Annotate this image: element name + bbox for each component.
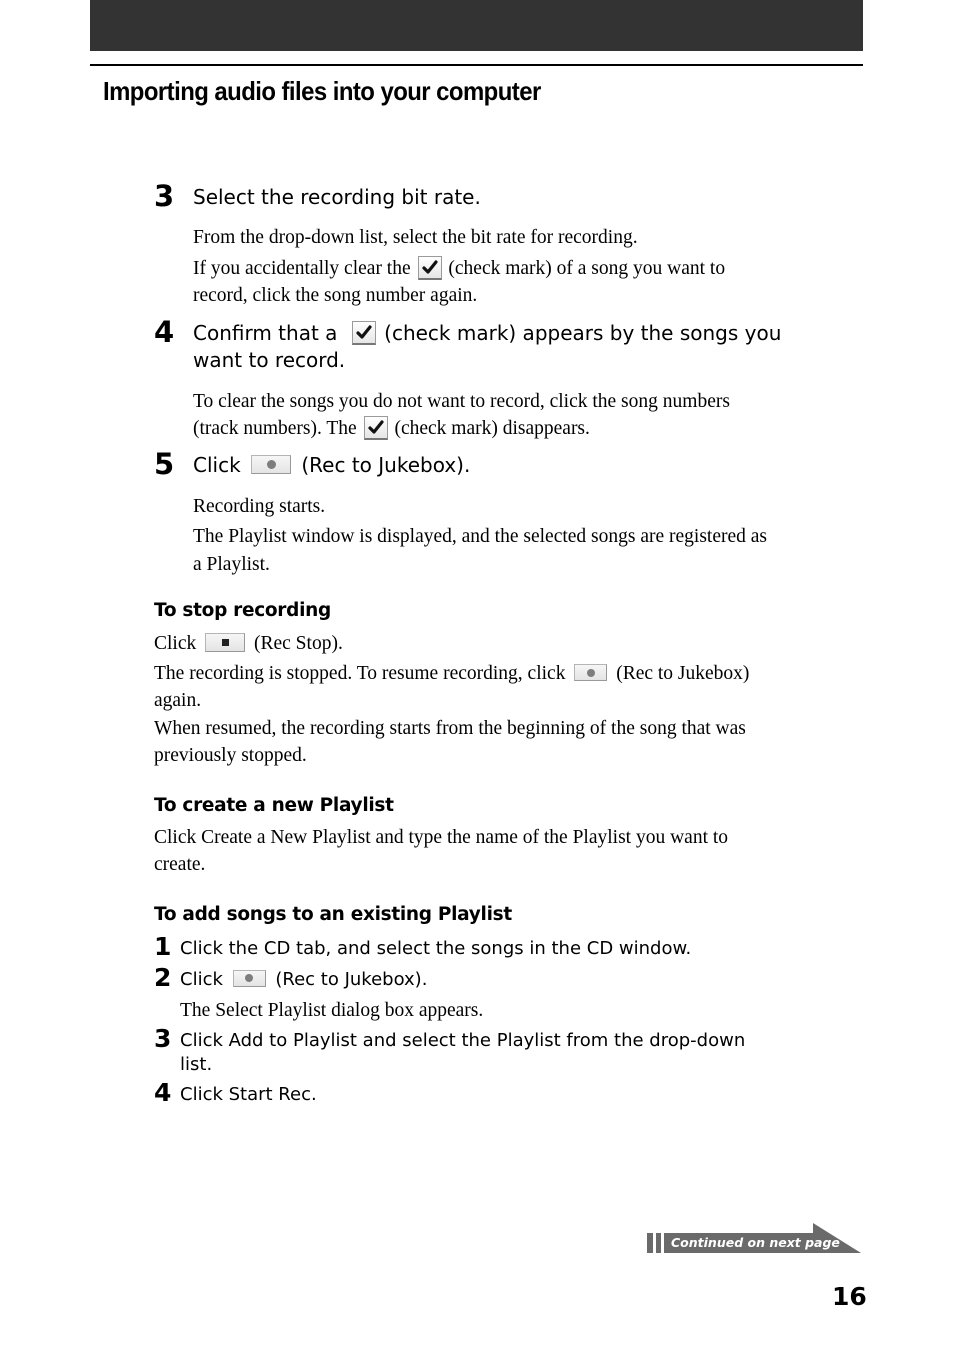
continued-label: Continued on next page <box>671 1235 840 1250</box>
text: The recording is stopped. To resume reco… <box>154 663 566 684</box>
step-number: 3 <box>154 179 175 213</box>
check-mark-icon <box>363 415 388 440</box>
text: (check mark) of a song you want to <box>448 258 726 279</box>
step-body: a Playlist. <box>193 554 270 575</box>
section-heading: To add songs to an existing Playlist <box>154 904 512 925</box>
paragraph: previously stopped. <box>154 745 307 766</box>
step-body: From the drop-down list, select the bit … <box>193 227 638 248</box>
page-title: Importing audio files into your computer <box>103 76 541 106</box>
paragraph: Click Create a New Playlist and type the… <box>154 827 729 848</box>
paragraph: When resumed, the recording starts from … <box>154 718 746 739</box>
section-heading: To stop recording <box>154 600 331 621</box>
text: Confirm that a <box>193 321 338 345</box>
step-note: The Select Playlist dialog box appears. <box>180 1000 484 1021</box>
step-body: The Playlist window is displayed, and th… <box>193 526 768 547</box>
text: (check mark) appears by the songs you <box>384 321 782 345</box>
rec-to-jukebox-icon <box>251 455 292 474</box>
paragraph: Click (Rec Stop). <box>154 630 343 658</box>
header-rule <box>90 64 863 66</box>
step-number: 4 <box>154 315 175 349</box>
text: Click <box>180 969 223 990</box>
paragraph: again. <box>154 690 202 711</box>
step-body: (track numbers). The (check mark) disapp… <box>193 415 590 443</box>
text: (Rec Stop). <box>254 633 343 654</box>
text: (Rec to Jukebox). <box>275 969 428 990</box>
step-text: list. <box>180 1054 213 1075</box>
step-body: record, click the song number again. <box>193 285 478 306</box>
rec-stop-icon <box>205 633 246 653</box>
page-number: 16 <box>832 1282 867 1311</box>
step-number: 2 <box>154 963 172 992</box>
rec-to-jukebox-icon <box>232 969 266 987</box>
step-text: Click Add to Playlist and select the Pla… <box>180 1030 746 1051</box>
text: If you accidentally clear the <box>193 258 411 279</box>
step-text: Click the CD tab, and select the songs i… <box>180 938 692 959</box>
step-number: 5 <box>154 447 175 481</box>
text: (check mark) disappears. <box>394 418 590 439</box>
step-title: Select the recording bit rate. <box>193 185 481 209</box>
section-heading: To create a new Playlist <box>154 795 394 816</box>
header-band <box>90 0 863 51</box>
step-title: want to record. <box>193 348 346 372</box>
banner-stripe <box>647 1233 653 1253</box>
check-mark-icon <box>417 255 442 280</box>
rec-to-jukebox-icon <box>574 664 608 682</box>
step-title: Click (Rec to Jukebox). <box>193 452 470 479</box>
continued-banner: Continued on next page <box>647 1223 861 1254</box>
text: (track numbers). The <box>193 418 357 439</box>
text: (Rec to Jukebox). <box>301 453 471 477</box>
step-body: To clear the songs you do not want to re… <box>193 391 730 412</box>
banner-stripe <box>656 1233 661 1253</box>
step-body: If you accidentally clear the (check mar… <box>193 255 725 283</box>
step-number: 1 <box>154 932 172 961</box>
paragraph: The recording is stopped. To resume reco… <box>154 660 749 688</box>
text: (Rec to Jukebox) <box>616 663 750 684</box>
step-body: Recording starts. <box>193 496 326 517</box>
step-text: Click Start Rec. <box>180 1084 317 1105</box>
text: Click <box>154 633 197 654</box>
text: Click <box>193 453 241 477</box>
step-number: 3 <box>154 1024 172 1053</box>
step-text: Click (Rec to Jukebox). <box>180 968 427 992</box>
step-number: 4 <box>154 1078 172 1107</box>
step-title: Confirm that a (check mark) appears by t… <box>193 320 781 347</box>
paragraph: create. <box>154 854 206 875</box>
check-mark-icon <box>351 320 376 345</box>
